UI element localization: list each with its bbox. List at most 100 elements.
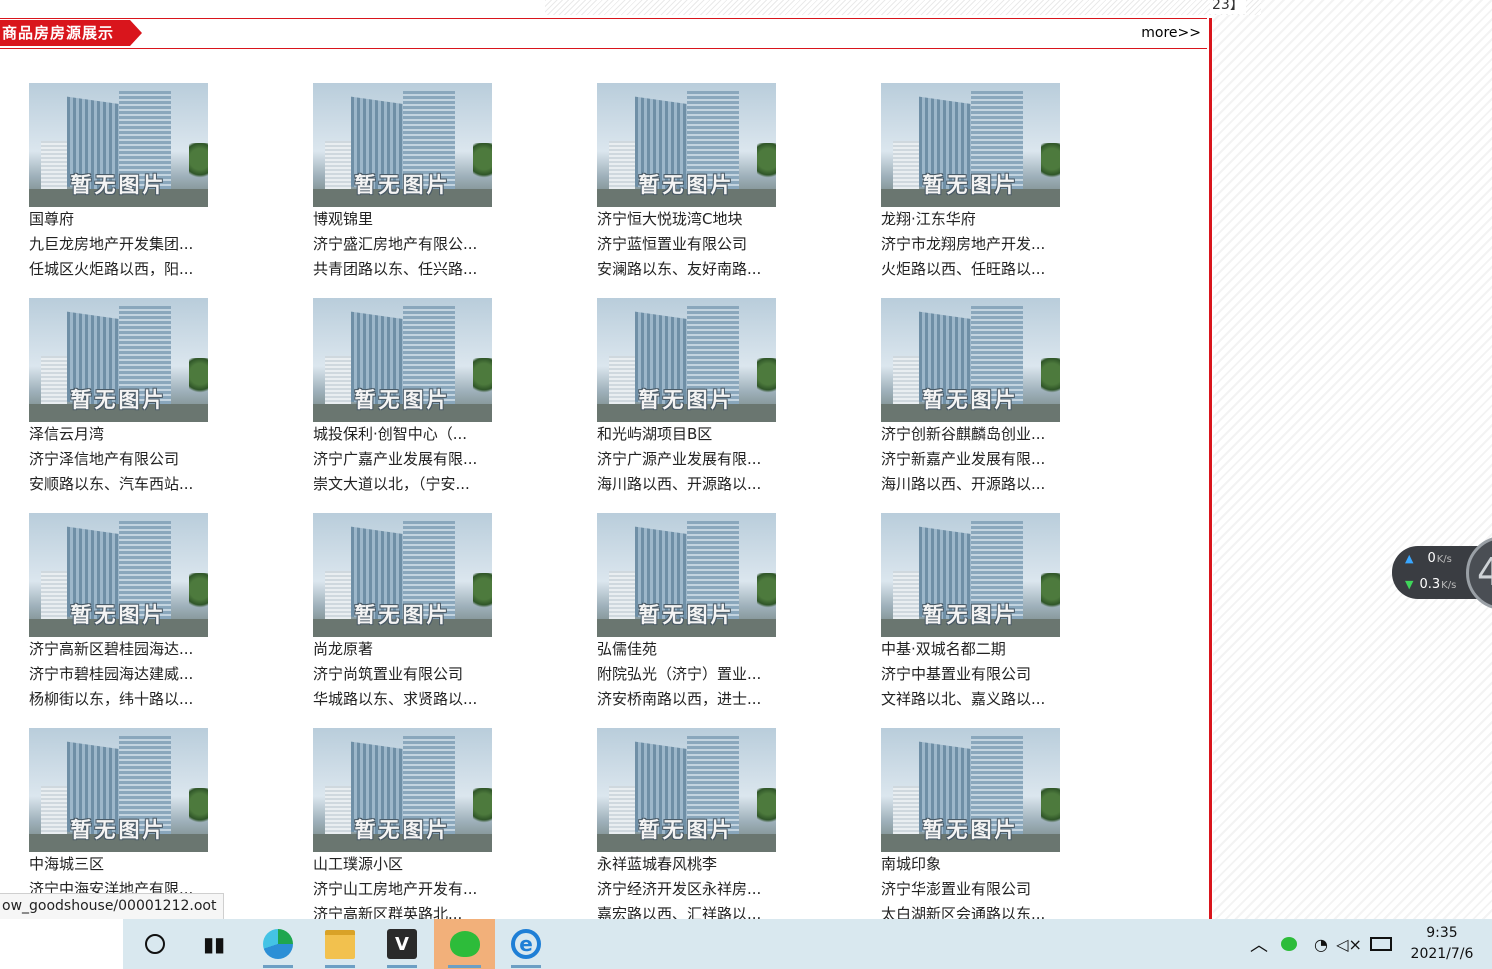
- tray-wechat-button[interactable]: [1278, 919, 1300, 969]
- listing-name[interactable]: 泽信云月湾: [29, 422, 208, 447]
- speed-badge[interactable]: 4: [1466, 536, 1492, 610]
- listing-thumbnail[interactable]: 暂无图片: [881, 728, 1060, 852]
- gvim-icon: V: [387, 929, 417, 959]
- no-image-watermark: 暂无图片: [70, 388, 167, 412]
- listing-thumbnail[interactable]: 暂无图片: [597, 728, 776, 852]
- listing-card[interactable]: 暂无图片 博观锦里 济宁盛汇房地产有限公... 共青团路以东、任兴路...: [313, 83, 492, 283]
- listing-card[interactable]: 暂无图片 国尊府 九巨龙房地产开发集团... 任城区火炬路以西，阳...: [29, 83, 208, 283]
- listing-card[interactable]: 暂无图片 永祥蓝城春风桃李 济宁经济开发区永祥房... 嘉宏路以西、汇祥路以..…: [597, 728, 776, 928]
- listing-card[interactable]: 暂无图片 济宁高新区碧桂园海达... 济宁市碧桂园海达建威... 杨柳街以东，纬…: [29, 513, 208, 713]
- listing-address: 海川路以西、开源路以...: [881, 475, 1046, 493]
- status-bar-url: ow_goodshouse/00001212.oot: [0, 893, 225, 920]
- listing-address: 安顺路以东、汽车西站...: [29, 475, 194, 493]
- listing-developer: 附院弘光（济宁）置业...: [597, 665, 762, 683]
- no-image-watermark: 暂无图片: [922, 818, 1019, 842]
- listing-developer: 济宁经济开发区永祥房...: [597, 880, 762, 898]
- listing-thumbnail[interactable]: 暂无图片: [29, 728, 208, 852]
- edge-taskbar-button[interactable]: [249, 919, 307, 969]
- listing-card[interactable]: 暂无图片 城投保利·创智中心（... 济宁广嘉产业发展有限... 崇文大道以北，…: [313, 298, 492, 498]
- listing-thumbnail[interactable]: 暂无图片: [313, 513, 492, 637]
- listing-name[interactable]: 尚龙原著: [313, 637, 492, 662]
- more-link[interactable]: more>>: [1141, 25, 1201, 41]
- battery-icon: [1370, 937, 1392, 951]
- listing-thumbnail[interactable]: 暂无图片: [597, 298, 776, 422]
- listing-name[interactable]: 国尊府: [29, 207, 208, 232]
- no-image-watermark: 暂无图片: [638, 388, 735, 412]
- no-image-watermark: 暂无图片: [922, 603, 1019, 627]
- internet-explorer-icon: e: [511, 929, 541, 959]
- panel-header: 商品房房源展示 more>>: [0, 18, 1207, 49]
- listing-address: 任城区火炬路以西，阳...: [29, 260, 194, 278]
- listing-card[interactable]: 暂无图片 龙翔·江东华府 济宁市龙翔房地产开发... 火炬路以西、任旺路以...: [881, 83, 1060, 283]
- network-speed-widget[interactable]: ▲ 0K/s ▼ 0.3K/s 4: [1392, 536, 1492, 610]
- download-speed: ▼ 0.3K/s: [1405, 577, 1457, 592]
- listing-name[interactable]: 中海城三区: [29, 852, 208, 877]
- listing-card[interactable]: 暂无图片 南城印象 济宁华澎置业有限公司 太白湖新区会通路以东...: [881, 728, 1060, 928]
- listing-name[interactable]: 南城印象: [881, 852, 1060, 877]
- listing-developer: 济宁新嘉产业发展有限...: [881, 450, 1046, 468]
- volume-button[interactable]: ◁×: [1336, 919, 1362, 969]
- gvim-taskbar-button[interactable]: V: [373, 919, 431, 969]
- file-explorer-taskbar-button[interactable]: [311, 919, 369, 969]
- listing-thumbnail[interactable]: 暂无图片: [29, 298, 208, 422]
- listing-thumbnail[interactable]: 暂无图片: [29, 513, 208, 637]
- listing-card[interactable]: 暂无图片 泽信云月湾 济宁泽信地产有限公司 安顺路以东、汽车西站...: [29, 298, 208, 498]
- page-background-hatch: [1213, 0, 1492, 919]
- listing-card[interactable]: 暂无图片 山工璞源小区 济宁山工房地产开发有... 济宁高新区群英路北...: [313, 728, 492, 928]
- task-view-icon: ▮▮: [202, 932, 225, 956]
- task-view-button[interactable]: ▮▮: [185, 919, 243, 969]
- listing-card[interactable]: 暂无图片 尚龙原著 济宁尚筑置业有限公司 华城路以东、求贤路以...: [313, 513, 492, 713]
- show-hidden-icons-button[interactable]: ︿: [1248, 919, 1270, 969]
- listing-card[interactable]: 暂无图片 济宁恒大悦珑湾C地块 济宁蓝恒置业有限公司 安澜路以东、友好南路...: [597, 83, 776, 283]
- ie-taskbar-button[interactable]: e: [497, 919, 555, 969]
- listing-name[interactable]: 博观锦里: [313, 207, 492, 232]
- network-button[interactable]: ◔: [1310, 919, 1332, 969]
- listing-developer: 济宁蓝恒置业有限公司: [597, 235, 748, 253]
- listing-name[interactable]: 和光屿湖项目B区: [597, 422, 776, 447]
- listing-card[interactable]: 暂无图片 济宁创新谷麒麟岛创业... 济宁新嘉产业发展有限... 海川路以西、开…: [881, 298, 1060, 498]
- no-image-watermark: 暂无图片: [638, 818, 735, 842]
- no-image-watermark: 暂无图片: [354, 603, 451, 627]
- listing-developer: 济宁盛汇房地产有限公...: [313, 235, 478, 253]
- listing-name[interactable]: 山工璞源小区: [313, 852, 492, 877]
- listing-card[interactable]: 暂无图片 弘儒佳苑 附院弘光（济宁）置业... 济安桥南路以西，进士...: [597, 513, 776, 713]
- battery-button[interactable]: [1368, 919, 1394, 969]
- listing-name[interactable]: 龙翔·江东华府: [881, 207, 1060, 232]
- listing-name[interactable]: 济宁恒大悦珑湾C地块: [597, 207, 776, 232]
- listing-thumbnail[interactable]: 暂无图片: [313, 298, 492, 422]
- listing-thumbnail[interactable]: 暂无图片: [881, 83, 1060, 207]
- listing-thumbnail[interactable]: 暂无图片: [597, 83, 776, 207]
- listing-thumbnail[interactable]: 暂无图片: [881, 298, 1060, 422]
- listing-grid: 暂无图片 国尊府 九巨龙房地产开发集团... 任城区火炬路以西，阳... 暂无图…: [29, 83, 1060, 928]
- listing-name[interactable]: 永祥蓝城春风桃李: [597, 852, 776, 877]
- listing-developer: 济宁尚筑置业有限公司: [313, 665, 464, 683]
- listing-thumbnail[interactable]: 暂无图片: [29, 83, 208, 207]
- listing-name[interactable]: 弘儒佳苑: [597, 637, 776, 662]
- listing-name[interactable]: 城投保利·创智中心（...: [313, 422, 492, 447]
- listing-thumbnail[interactable]: 暂无图片: [597, 513, 776, 637]
- taskbar-clock[interactable]: 9:35 2021/7/6: [1400, 923, 1484, 965]
- listing-address: 济安桥南路以西，进士...: [597, 690, 762, 708]
- listing-thumbnail[interactable]: 暂无图片: [313, 83, 492, 207]
- listing-thumbnail[interactable]: 暂无图片: [313, 728, 492, 852]
- tray-wechat-icon: [1281, 937, 1297, 951]
- listing-name[interactable]: 中基·双城名都二期: [881, 637, 1060, 662]
- taskbar-left-blank: [0, 919, 123, 969]
- listing-address: 共青团路以东、任兴路...: [313, 260, 478, 278]
- listing-card[interactable]: 暂无图片 中基·双城名都二期 济宁中基置业有限公司 文祥路以北、嘉义路以...: [881, 513, 1060, 713]
- listing-card[interactable]: 暂无图片 和光屿湖项目B区 济宁广源产业发展有限... 海川路以西、开源路以..…: [597, 298, 776, 498]
- edge-browser-icon: [263, 929, 293, 959]
- wechat-taskbar-button[interactable]: [434, 919, 495, 969]
- upload-speed: ▲ 0K/s: [1405, 551, 1452, 566]
- listing-developer: 济宁市碧桂园海达建威...: [29, 665, 194, 683]
- download-arrow-icon: ▼: [1405, 578, 1414, 591]
- listing-address: 火炬路以西、任旺路以...: [881, 260, 1046, 278]
- listing-name[interactable]: 济宁高新区碧桂园海达...: [29, 637, 208, 662]
- no-image-watermark: 暂无图片: [638, 173, 735, 197]
- listing-thumbnail[interactable]: 暂无图片: [881, 513, 1060, 637]
- listing-developer: 九巨龙房地产开发集团...: [29, 235, 194, 253]
- listing-developer: 济宁华澎置业有限公司: [881, 880, 1032, 898]
- listing-name[interactable]: 济宁创新谷麒麟岛创业...: [881, 422, 1060, 447]
- top-strip-text: 23】: [1210, 0, 1246, 14]
- cortana-button[interactable]: [126, 919, 184, 969]
